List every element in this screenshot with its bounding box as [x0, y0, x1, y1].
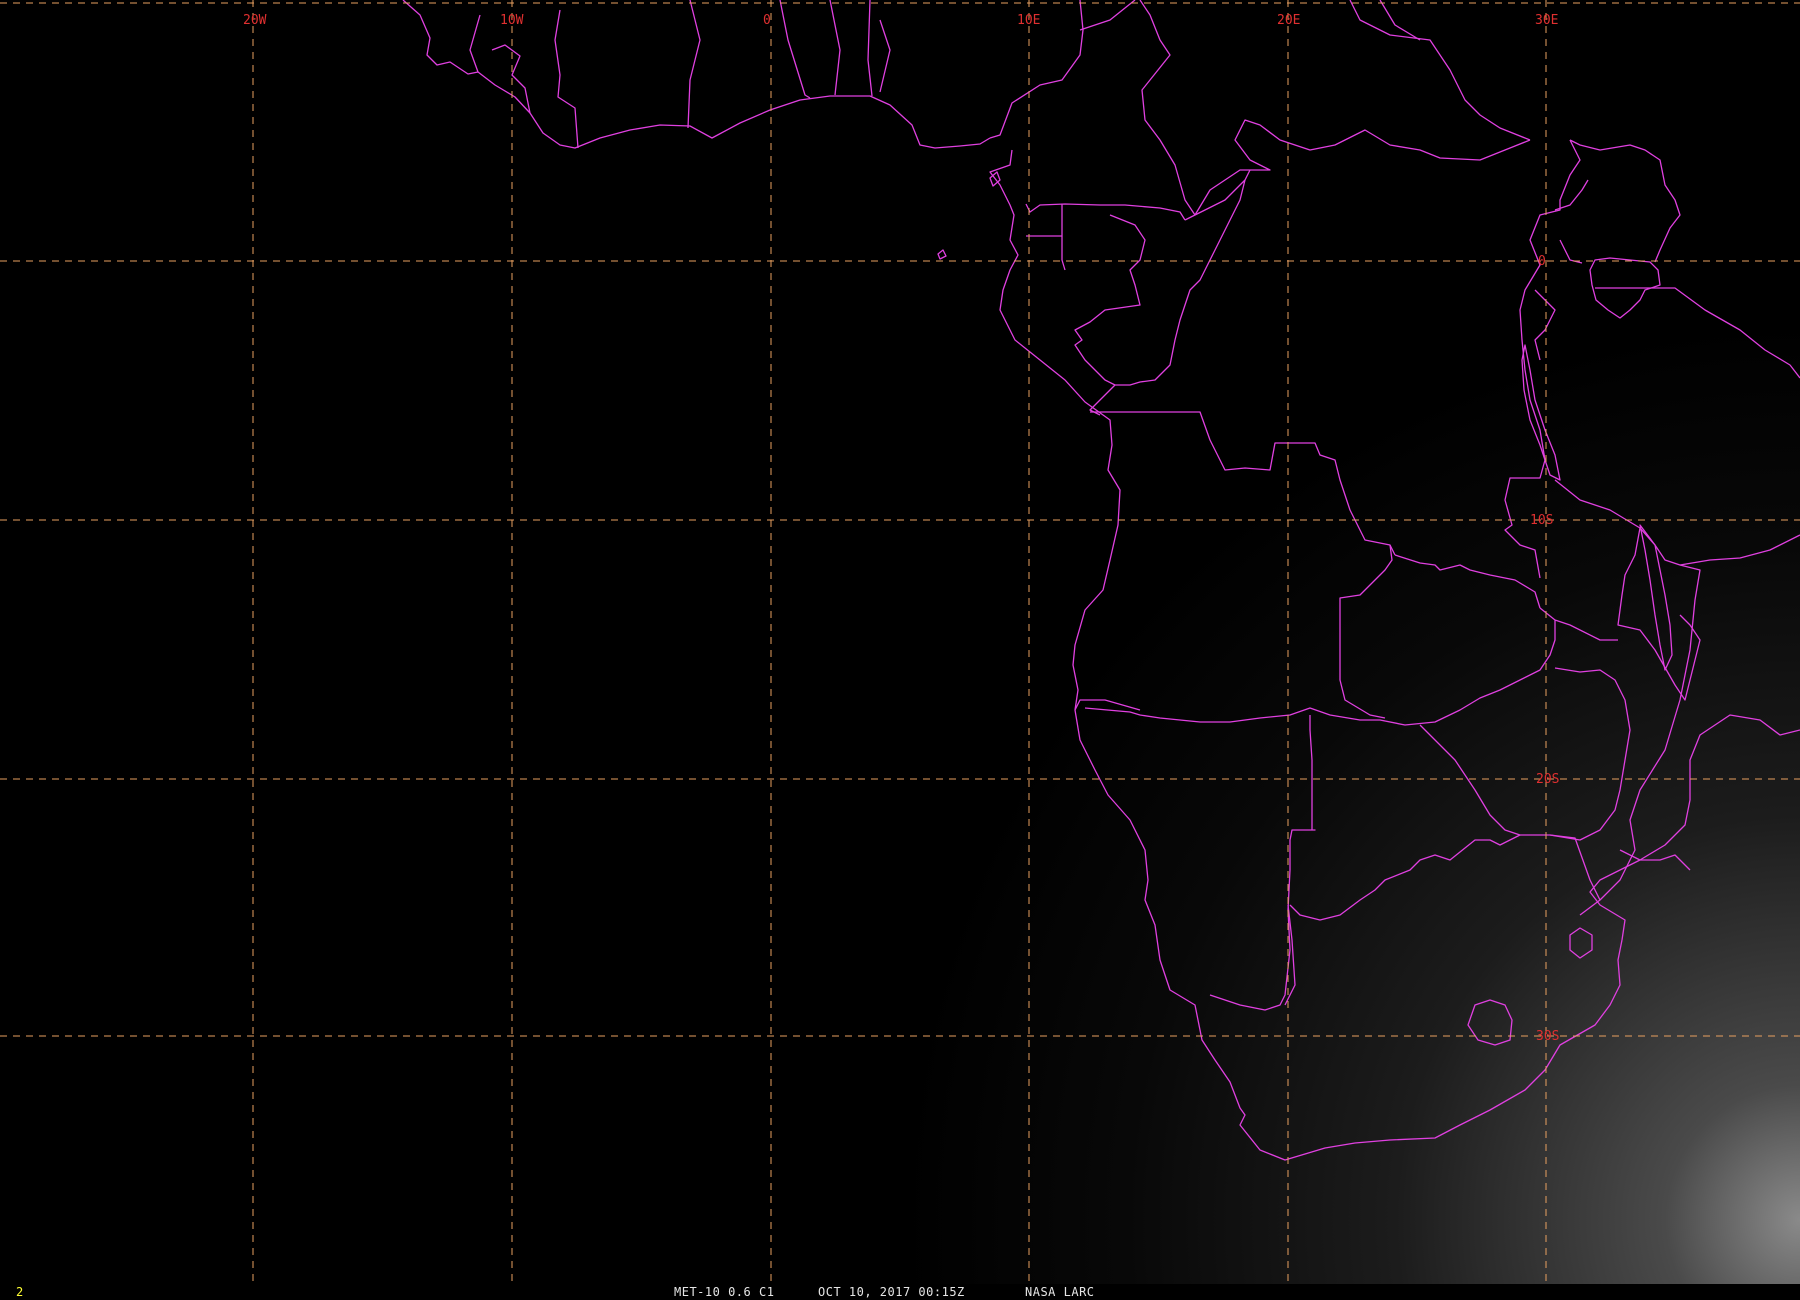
dawn-illumination	[0, 0, 1800, 1290]
lon-label-0: 0	[763, 13, 771, 28]
lon-label-30e: 30E	[1535, 13, 1558, 28]
lon-label-20e: 20E	[1277, 13, 1300, 28]
lat-label-10s: 10S	[1530, 513, 1553, 528]
status-bar: 2 MET-10 0.6 C1 OCT 10, 2017 00:15Z NASA…	[0, 1284, 1800, 1300]
lon-label-10w: 10W	[500, 13, 524, 28]
lon-label-10e: 10E	[1017, 13, 1040, 28]
frame-number: 2	[16, 1285, 24, 1299]
datetime-label: OCT 10, 2017 00:15Z	[818, 1285, 965, 1299]
organization-label: NASA LARC	[1025, 1285, 1095, 1299]
satellite-channel-label: MET-10 0.6 C1	[674, 1285, 775, 1299]
lon-label-20w: 20W	[243, 13, 267, 28]
lat-label-20s: 20S	[1536, 772, 1559, 787]
lat-label-30s: 30S	[1536, 1029, 1559, 1044]
lat-label-0: 0	[1538, 254, 1546, 269]
satellite-map: 20W 10W 0 10E 20E 30E 0 10S 20S 30S	[0, 0, 1800, 1300]
